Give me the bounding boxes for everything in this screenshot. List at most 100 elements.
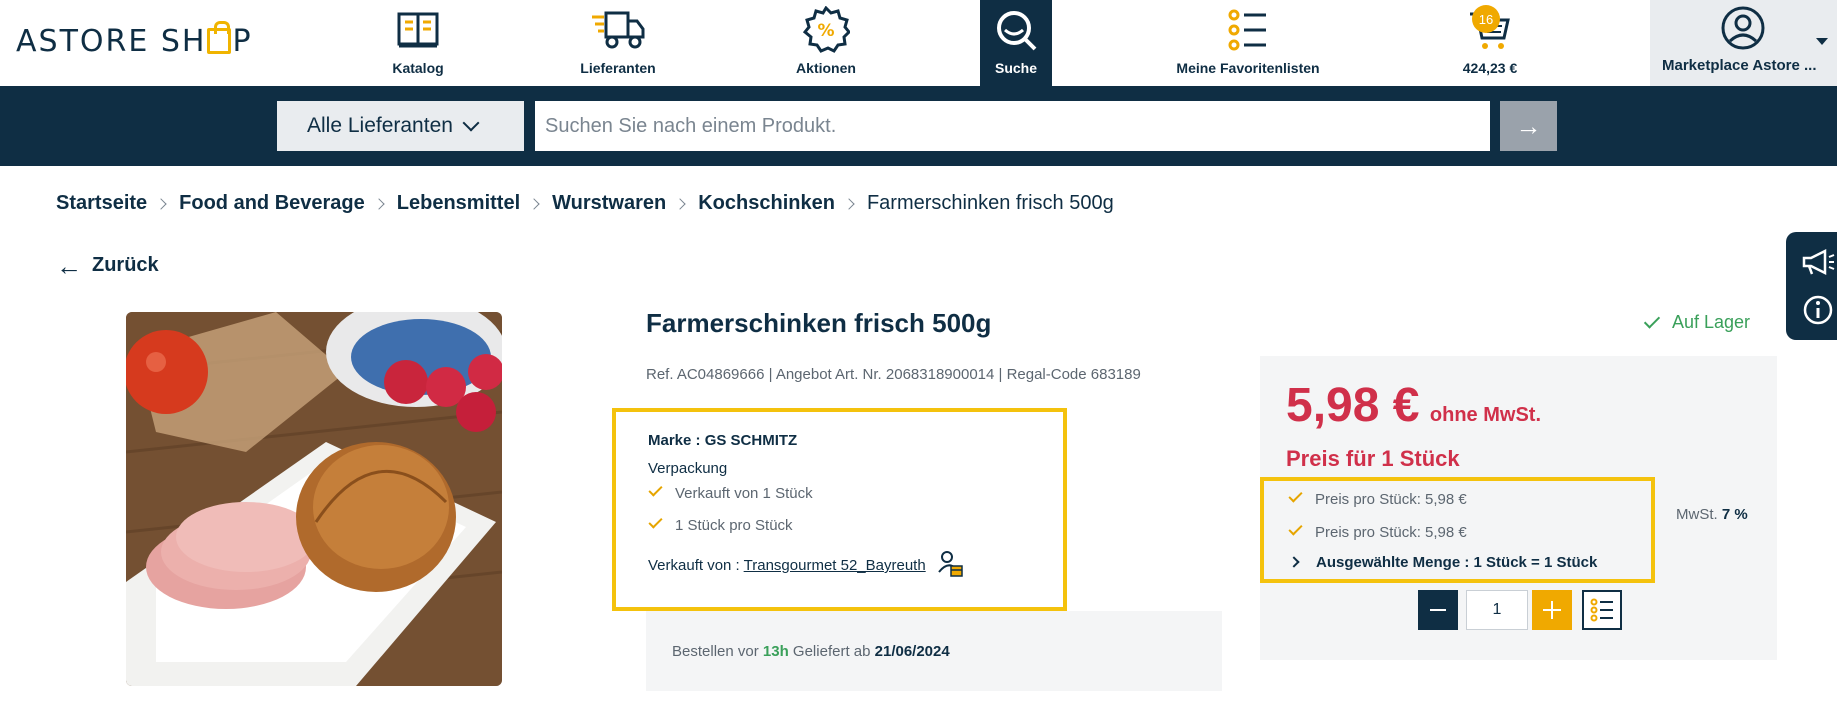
delivery-text: Bestellen vor 13h Geliefert ab 21/06/202… — [672, 643, 950, 660]
breadcrumb-current-product: Farmerschinken frisch 500g — [866, 192, 1114, 214]
packaging-label: Verpackung — [648, 460, 728, 477]
delivery-info: Bestellen vor 13h Geliefert ab 21/06/202… — [646, 611, 1222, 691]
breadcrumb-wurstwaren[interactable]: Wurstwaren — [552, 192, 666, 215]
price-detail-text: Preis pro Stück: 5,98 € — [1315, 524, 1467, 541]
breadcrumb-lebensmittel[interactable]: Lebensmittel — [397, 192, 520, 215]
price-details-box: Preis pro Stück: 5,98 € Preis pro Stück:… — [1260, 477, 1655, 583]
checkmark-icon — [1288, 488, 1303, 503]
price-tax-note: ohne MwSt. — [1429, 404, 1542, 426]
price-main: 5,98 € ohne MwSt. — [1286, 378, 1541, 433]
discount-badge-icon: % — [802, 6, 850, 54]
chevron-right-icon — [674, 197, 686, 210]
nav-favoriten[interactable]: Meine Favoritenlisten — [1160, 0, 1336, 86]
packaging-item-text: 1 Stück pro Stück — [675, 517, 793, 534]
bag-logo-mark — [207, 21, 232, 54]
supplier-filter-label: Alle Lieferanten — [307, 114, 453, 137]
arrow-left-icon: ← — [56, 250, 82, 281]
back-link[interactable]: ← Zurück — [56, 250, 159, 281]
product-details-box: Marke : GS SCHMITZ Verpackung Verkauft v… — [612, 408, 1067, 611]
user-icon — [1720, 5, 1766, 56]
nav-lieferanten-label: Lieferanten — [580, 60, 656, 76]
truck-icon — [590, 6, 646, 54]
decrease-quantity-button[interactable] — [1418, 590, 1458, 630]
shop-logo[interactable]: ASTORE SH P — [16, 21, 253, 59]
increase-quantity-button[interactable] — [1532, 590, 1572, 630]
cart-total: 424,23 € — [1462, 60, 1518, 76]
stock-status: Auf Lager — [1643, 312, 1751, 333]
quantity-stepper — [1418, 590, 1622, 630]
supplier-filter-select[interactable]: Alle Lieferanten — [277, 101, 524, 151]
nav-suche[interactable]: Suche — [980, 0, 1052, 86]
seller-icon[interactable] — [938, 550, 964, 582]
product-image — [126, 312, 502, 686]
book-icon — [396, 6, 440, 54]
chevron-right-icon — [843, 197, 855, 210]
seller-link[interactable]: Transgourmet 52_Bayreuth — [744, 557, 926, 574]
stock-label: Auf Lager — [1672, 312, 1751, 332]
chevron-right-icon — [373, 197, 385, 210]
chevron-down-icon — [462, 114, 480, 132]
add-to-list-icon — [1590, 598, 1613, 622]
nav-aktionen-label: Aktionen — [796, 60, 856, 76]
vat-info: MwSt. 7 % — [1676, 506, 1748, 523]
sold-by-row: Verkauft von : Transgourmet 52_Bayreuth — [648, 550, 964, 582]
product-title: Farmerschinken frisch 500g — [646, 308, 992, 338]
delivered-from-label: Geliefert ab — [792, 643, 871, 660]
selected-quantity-text: Ausgewählte Menge : 1 Stück = 1 Stück — [1316, 554, 1598, 571]
nav-katalog[interactable]: Katalog — [368, 0, 468, 86]
product-reference: Ref. AC04869666 | Angebot Art. Nr. 20683… — [646, 366, 1141, 383]
chevron-right-icon — [528, 197, 540, 210]
nav-lieferanten[interactable]: Lieferanten — [568, 0, 668, 86]
price-detail-row: Preis pro Stück: 5,98 € — [1288, 521, 1467, 541]
megaphone-icon[interactable] — [1800, 244, 1836, 280]
packaging-item-text: Verkauft von 1 Stück — [675, 485, 813, 502]
search-input[interactable] — [535, 101, 1490, 151]
account-menu[interactable]: Marketplace Astore ... — [1650, 0, 1837, 86]
search-bar: Alle Lieferanten → — [0, 86, 1837, 166]
chevron-right-icon — [155, 197, 167, 210]
arrow-right-icon: → — [1515, 110, 1542, 141]
price-panel: 5,98 € ohne MwSt. Preis für 1 Stück Prei… — [1260, 356, 1777, 660]
checkmark-icon — [1288, 521, 1303, 536]
delivery-date: 21/06/2024 — [874, 643, 950, 660]
packaging-item: 1 Stück pro Stück — [648, 514, 793, 534]
price-amount: 5,98 € — [1286, 379, 1420, 432]
breadcrumb: Startseite Food and Beverage Lebensmitte… — [56, 192, 1114, 215]
cart-count-badge: 16 — [1472, 5, 1500, 33]
side-tabs — [1786, 232, 1837, 340]
breadcrumb-kochschinken[interactable]: Kochschinken — [698, 192, 835, 215]
breadcrumb-food-and-beverage[interactable]: Food and Beverage — [179, 192, 365, 215]
vat-label: MwSt. — [1676, 506, 1718, 523]
price-per-unit-label: Preis für 1 Stück — [1286, 446, 1460, 471]
search-submit-button[interactable]: → — [1500, 101, 1557, 151]
packaging-item: Verkauft von 1 Stück — [648, 482, 813, 502]
price-detail-row: Preis pro Stück: 5,98 € — [1288, 488, 1467, 508]
add-to-list-button[interactable] — [1582, 590, 1622, 630]
chevron-down-icon — [1816, 38, 1828, 45]
top-navigation: ASTORE SH P Katalog Lieferanten % Aktione… — [0, 0, 1837, 86]
info-icon[interactable] — [1800, 292, 1836, 328]
selected-quantity-toggle[interactable]: Ausgewählte Menge : 1 Stück = 1 Stück — [1288, 554, 1597, 571]
nav-suche-label: Suche — [994, 60, 1037, 76]
vat-value: 7 % — [1721, 506, 1748, 523]
nav-favoriten-label: Meine Favoritenlisten — [1176, 60, 1320, 76]
checkmark-icon — [648, 514, 663, 529]
order-before-label: Bestellen vor — [672, 643, 759, 660]
chevron-right-icon — [1288, 556, 1300, 568]
order-cutoff-hours: 13h — [762, 643, 789, 660]
back-label: Zurück — [92, 254, 159, 276]
search-icon — [994, 6, 1038, 54]
plus-icon — [1543, 601, 1561, 619]
quantity-input[interactable] — [1466, 590, 1528, 630]
list-icon — [1228, 6, 1268, 54]
nav-katalog-label: Katalog — [392, 60, 444, 76]
checkmark-icon — [1643, 312, 1661, 329]
nav-aktionen[interactable]: % Aktionen — [776, 0, 876, 86]
svg-text:%: % — [817, 21, 834, 41]
price-detail-text: Preis pro Stück: 5,98 € — [1315, 491, 1467, 508]
sold-by-label: Verkauft von : — [648, 557, 740, 574]
breadcrumb-startseite[interactable]: Startseite — [56, 192, 147, 215]
brand-label: Marke : GS SCHMITZ — [648, 432, 798, 449]
minus-icon — [1430, 609, 1446, 611]
checkmark-icon — [648, 482, 663, 497]
